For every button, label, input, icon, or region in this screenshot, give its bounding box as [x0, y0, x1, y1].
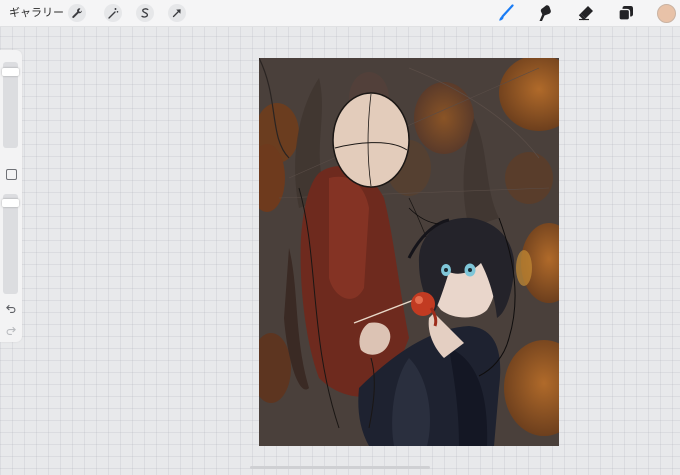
color-picker-button[interactable]	[657, 4, 676, 23]
modify-square-icon[interactable]	[6, 169, 17, 180]
opacity-thumb[interactable]	[2, 199, 19, 207]
actions-button[interactable]	[68, 4, 86, 22]
wrench-icon	[72, 8, 83, 18]
left-sidebar	[0, 50, 22, 342]
layers-button[interactable]	[616, 3, 636, 23]
magic-wand-icon	[108, 8, 119, 19]
smudge-icon	[539, 5, 551, 21]
brush-tool-button[interactable]	[496, 3, 516, 23]
layers-icon	[618, 6, 633, 21]
gallery-button[interactable]: ギャラリー	[9, 5, 64, 21]
home-indicator	[250, 466, 430, 469]
drawing-canvas[interactable]	[259, 58, 559, 446]
top-toolbar: ギャラリー	[0, 0, 680, 27]
eraser-icon	[578, 6, 593, 21]
selection-button[interactable]	[136, 4, 154, 22]
brush-size-slider[interactable]	[2, 62, 19, 148]
redo-arrow-icon[interactable]	[5, 324, 17, 336]
smudge-tool-button[interactable]	[535, 3, 555, 23]
brush-size-thumb[interactable]	[2, 68, 19, 76]
procreate-app: ギャラリー	[0, 0, 680, 475]
transform-button[interactable]	[168, 4, 186, 22]
artwork-illustration	[259, 58, 559, 446]
brush-icon	[499, 4, 514, 21]
opacity-slider[interactable]	[2, 194, 19, 294]
selection-s-icon	[141, 8, 149, 18]
undo-arrow-icon[interactable]	[5, 302, 17, 314]
adjustments-button[interactable]	[104, 4, 122, 22]
arrow-cursor-icon	[172, 9, 181, 18]
eraser-tool-button[interactable]	[576, 3, 596, 23]
